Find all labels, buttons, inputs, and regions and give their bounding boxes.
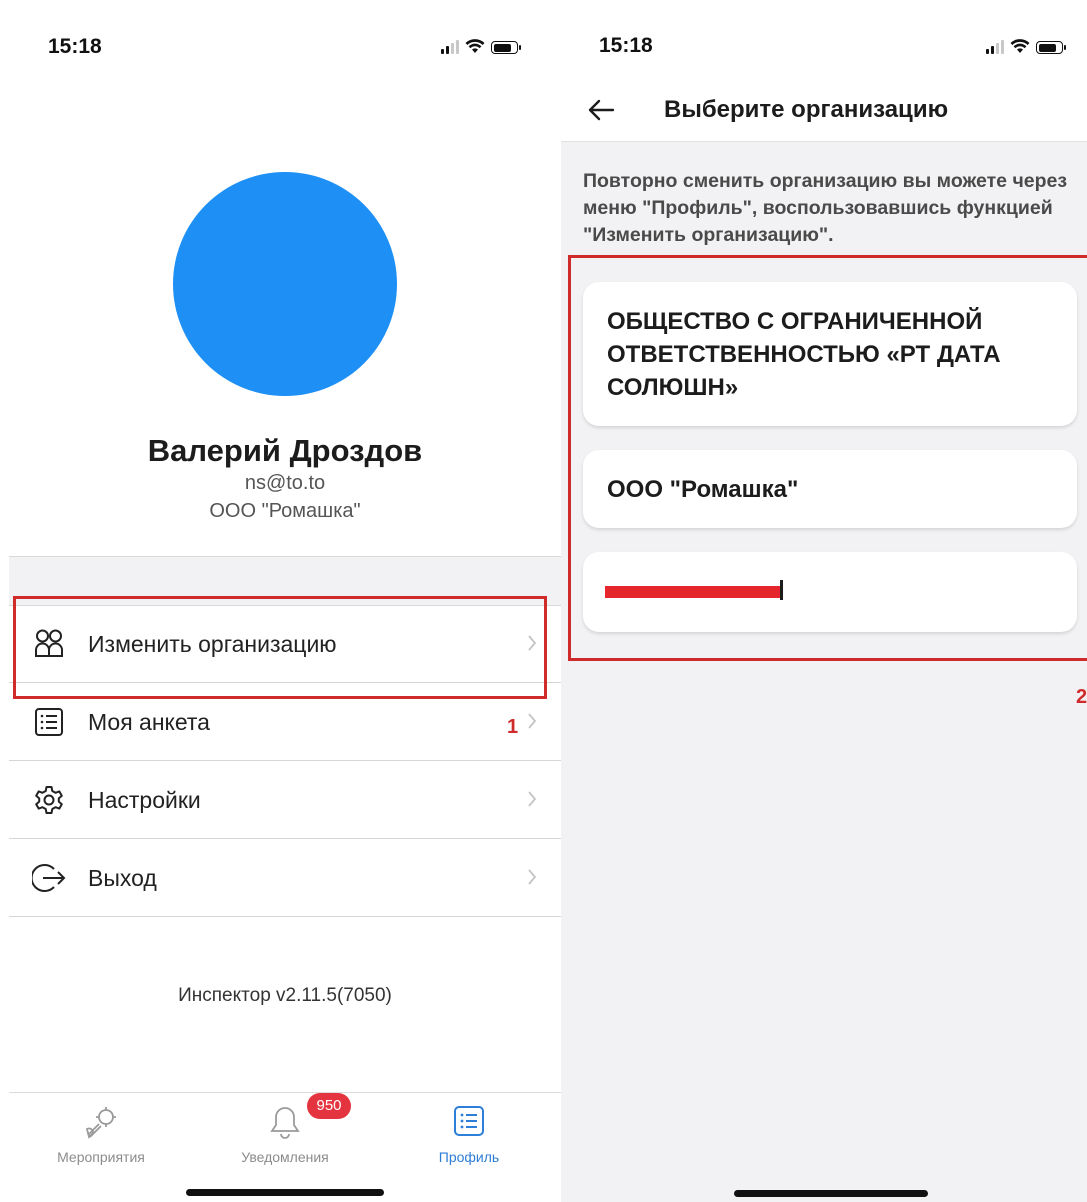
redaction-mark-edge [780, 580, 783, 600]
menu-item-label: Выход [88, 864, 157, 891]
annotation-highlight-box [13, 596, 547, 699]
wifi-icon [1010, 39, 1030, 53]
status-icons [441, 38, 521, 54]
chevron-right-icon [528, 791, 537, 807]
battery-icon [1036, 41, 1066, 54]
app-version: Инспектор v2.11.5(7050) [178, 985, 392, 1006]
wifi-icon [465, 39, 485, 53]
gear-icon [29, 780, 69, 820]
annotation-number: 1 [507, 716, 519, 738]
tab-profile[interactable]: Профиль [377, 1093, 561, 1173]
annotation-number: 2 [1076, 686, 1087, 708]
status-time: 15:18 [48, 35, 102, 58]
header: 15:18 Выберите организацию [561, 0, 1087, 142]
page-title: Выберите организацию [664, 96, 949, 123]
battery-icon [491, 41, 521, 54]
menu-item-logout[interactable]: Выход [9, 840, 561, 917]
wrench-icon [9, 1105, 193, 1139]
tab-label: Профиль [438, 1149, 500, 1165]
list-icon [377, 1105, 561, 1137]
organization-option[interactable]: ОБЩЕСТВО С ОГРАНИЧЕННОЙ ОТВЕТСТВЕННОСТЬЮ… [583, 282, 1077, 426]
notifications-badge: 950 [307, 1093, 351, 1119]
chevron-right-icon [528, 869, 537, 885]
status-icons [986, 38, 1066, 54]
profile-screen: 15:18 Валерий Дроздов ns@to.to ООО "Рома… [0, 0, 561, 1202]
status-time: 15:18 [599, 34, 653, 57]
logout-icon [29, 858, 69, 898]
avatar[interactable] [173, 172, 397, 396]
info-text: Повторно сменить организацию вы можете ч… [583, 170, 1068, 246]
organization-name: ООО "Ромашка" [607, 475, 799, 503]
user-name: Валерий Дроздов [147, 433, 423, 468]
tab-label: Уведомления [241, 1149, 329, 1165]
menu-item-label: Настройки [88, 786, 201, 813]
menu-item-settings[interactable]: Настройки [9, 762, 561, 839]
home-indicator[interactable] [734, 1190, 928, 1197]
menu-item-label: Моя анкета [88, 708, 210, 735]
back-arrow-icon[interactable] [587, 96, 615, 124]
tab-events[interactable]: Мероприятия [9, 1093, 193, 1173]
home-indicator[interactable] [186, 1189, 384, 1196]
redaction-mark [605, 586, 780, 598]
list-icon [29, 702, 69, 742]
user-organization: ООО "Ромашка" [209, 500, 361, 522]
tab-bar: Мероприятия Уведомления Профиль [9, 1092, 561, 1202]
user-email: ns@to.to [244, 472, 326, 494]
signal-icon [986, 40, 1004, 54]
signal-icon [441, 40, 459, 54]
select-organization-screen: 15:18 Выберите организацию Повторно смен… [561, 0, 1087, 1202]
chevron-right-icon [528, 713, 537, 729]
organization-option[interactable]: ООО "Ромашка" [583, 450, 1077, 528]
tab-label: Мероприятия [57, 1149, 145, 1165]
organization-name: ОБЩЕСТВО С ОГРАНИЧЕННОЙ ОТВЕТСТВЕННОСТЬЮ… [607, 307, 1001, 401]
